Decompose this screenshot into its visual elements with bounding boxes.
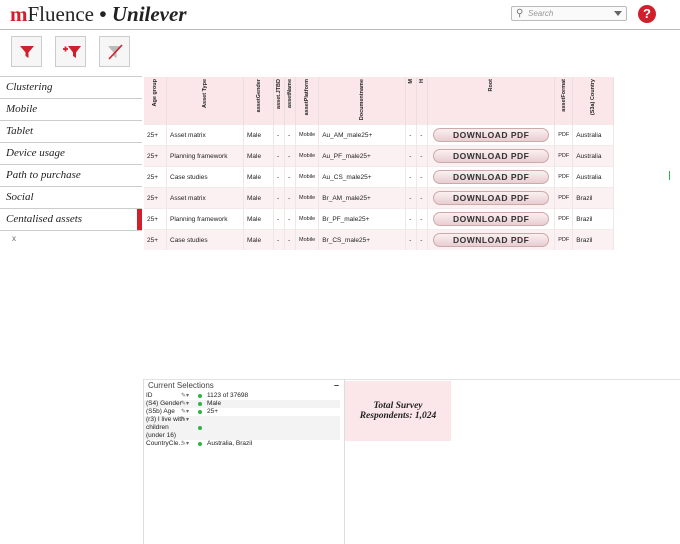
add-filter-icon: [63, 46, 81, 58]
download-pdf-button[interactable]: DOWNLOAD PDF: [433, 149, 550, 164]
current-selections-title: Current Selections: [148, 381, 214, 390]
selection-row: children: [144, 424, 340, 432]
table-row[interactable]: 25+ Asset matrix Male - - Mobile Br_AM_m…: [144, 187, 615, 209]
sidebar-item-tablet[interactable]: Tablet: [0, 120, 142, 142]
table-row[interactable]: 25+ Planning framework Male - - Mobile B…: [144, 208, 615, 230]
clear-filter-icon: [108, 44, 123, 60]
current-selections-list: ID ✎▾ 1123 of 37698 (S4) Gender ✎▾ Male …: [144, 392, 340, 448]
column-header[interactable]: asset.JTBD: [273, 77, 285, 125]
selection-status-dot: [198, 402, 202, 406]
selection-status-dot: [198, 410, 202, 414]
selection-status-dot: [198, 442, 202, 446]
column-header[interactable]: Documentname: [318, 77, 407, 125]
column-header[interactable]: Age group: [144, 77, 167, 125]
download-pdf-button[interactable]: DOWNLOAD PDF: [433, 212, 550, 227]
sidebar-item-clustering[interactable]: Clustering: [0, 76, 142, 98]
selection-status-dot: [198, 394, 202, 398]
survey-respondents-box: Total Survey Respondents: 1,024: [345, 381, 451, 441]
edit-selection-icon[interactable]: ✎▾: [181, 400, 189, 407]
column-header[interactable]: H: [416, 77, 429, 125]
column-header[interactable]: Asset Type: [166, 77, 244, 125]
filter-button[interactable]: [11, 36, 42, 67]
column-header[interactable]: Root: [427, 77, 556, 125]
selection-row: (r3) I live with ✎▾: [144, 416, 340, 424]
column-header[interactable]: assetName: [284, 77, 296, 125]
column-header[interactable]: assetGender: [243, 77, 274, 125]
selection-row: CountryCle... ✎▾ Australia, Brazil: [146, 440, 253, 447]
brand-logo: mFluence • Unilever: [10, 2, 187, 26]
column-header[interactable]: assetPlatform: [295, 77, 320, 125]
search-input[interactable]: ⚲ Search: [511, 6, 627, 21]
selection-row: ID ✎▾ 1123 of 37698: [146, 392, 249, 399]
sidebar-item-device-usage[interactable]: Device usage: [0, 142, 142, 164]
search-icon: ⚲: [516, 8, 524, 19]
table-row[interactable]: 25+ Case studies Male - - Mobile Br_CS_m…: [144, 229, 615, 251]
edit-selection-icon[interactable]: ✎▾: [181, 392, 189, 399]
edit-selection-icon[interactable]: ✎▾: [181, 416, 189, 423]
table-header-row: Age group Asset Type assetGender asset.J…: [144, 77, 615, 125]
scroll-indicator[interactable]: [669, 171, 670, 180]
column-header[interactable]: assetFormat: [554, 77, 574, 125]
sidebar: Clustering Mobile Tablet Device usage Pa…: [0, 76, 142, 243]
sidebar-close-button[interactable]: x: [0, 231, 142, 243]
selection-row: (S4) Gender ✎▾ Male: [144, 400, 340, 408]
selection-status-dot: [198, 426, 202, 430]
app-header: mFluence • Unilever ⚲ Search ?: [0, 0, 680, 30]
minimize-button[interactable]: –: [334, 380, 339, 390]
sidebar-item-mobile[interactable]: Mobile: [0, 98, 142, 120]
table-row[interactable]: 25+ Case studies Male - - Mobile Au_CS_m…: [144, 166, 615, 188]
toolbar: [0, 30, 680, 74]
sidebar-item-social[interactable]: Social: [0, 186, 142, 208]
table-row[interactable]: 25+ Asset matrix Male - - Mobile Au_AM_m…: [144, 124, 615, 146]
edit-selection-icon[interactable]: ✎▾: [181, 440, 189, 447]
download-pdf-button[interactable]: DOWNLOAD PDF: [433, 191, 550, 206]
clear-filter-button[interactable]: [99, 36, 130, 67]
divider: [144, 379, 680, 380]
sidebar-item-path-to-purchase[interactable]: Path to purchase: [0, 164, 142, 186]
download-pdf-button[interactable]: DOWNLOAD PDF: [433, 170, 550, 185]
column-header[interactable]: M: [405, 77, 418, 125]
help-button[interactable]: ?: [638, 5, 656, 23]
chevron-down-icon[interactable]: [614, 11, 622, 16]
filter-icon: [20, 46, 34, 58]
selection-row: (under 16): [144, 432, 340, 440]
table-row[interactable]: 25+ Planning framework Male - - Mobile A…: [144, 145, 615, 167]
edit-selection-icon[interactable]: ✎▾: [181, 408, 189, 415]
download-pdf-button[interactable]: DOWNLOAD PDF: [433, 233, 550, 248]
download-pdf-button[interactable]: DOWNLOAD PDF: [433, 128, 550, 143]
sidebar-item-centalised-assets[interactable]: Centalised assets: [0, 208, 142, 231]
add-filter-button[interactable]: [55, 36, 86, 67]
assets-table: Age group Asset Type assetGender asset.J…: [144, 77, 615, 251]
column-header[interactable]: (S3a) Country: [572, 77, 615, 125]
selection-row: (S5b) Age ✎▾ 25+: [146, 408, 219, 415]
